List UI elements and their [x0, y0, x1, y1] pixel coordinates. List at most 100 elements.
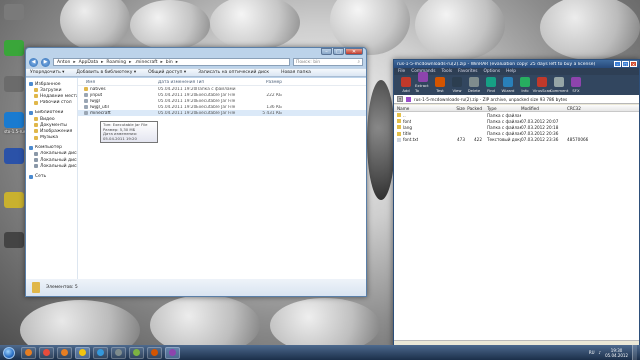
maximize-button[interactable]: □	[622, 61, 629, 67]
taskbar-button[interactable]	[147, 346, 162, 359]
close-button[interactable]: ✕	[630, 61, 637, 67]
winrar-window[interactable]: rus-1-5-mcdownloads-ru(2).zip - WinRAR (…	[393, 59, 640, 349]
minimize-button[interactable]: –	[321, 48, 332, 55]
file-size: 222 КБ	[266, 92, 282, 98]
nav-item-label: Недавние места	[40, 93, 77, 99]
drive-icon	[34, 151, 38, 156]
volume-icon[interactable]: ♪	[599, 350, 602, 355]
taskbar-button[interactable]	[111, 346, 126, 359]
maximize-button[interactable]: □	[333, 48, 344, 55]
desktop-shortcut-icon[interactable]	[4, 4, 24, 20]
breadcrumb-item[interactable]: bin	[166, 60, 173, 65]
pictures-icon	[34, 129, 38, 134]
column-size[interactable]: Размер	[242, 80, 282, 85]
breadcrumb-item[interactable]: .minecraft	[134, 60, 157, 65]
comment-icon	[554, 77, 564, 87]
desktop-shortcut-icon[interactable]	[4, 40, 24, 56]
taskbar-button[interactable]	[93, 346, 108, 359]
desktop-shortcut-icon[interactable]	[4, 148, 24, 164]
column-name[interactable]: Name	[394, 106, 450, 111]
toolbar-button-info[interactable]: Info	[517, 77, 533, 93]
clock[interactable]: 19:30 05.04.2012	[605, 348, 628, 358]
nav-item[interactable]: Сеть	[26, 173, 77, 179]
up-folder-button[interactable]: ↑	[397, 96, 403, 102]
nav-item-label: Рабочий стол	[40, 100, 72, 106]
command-bar-button[interactable]: Общий доступ ▾	[148, 70, 186, 75]
search-placeholder: Поиск: bin	[296, 59, 321, 65]
taskbar-button[interactable]	[165, 346, 180, 359]
command-bar: Упорядочить ▾ Добавить в библиотеку ▾ Общи…	[26, 68, 366, 77]
toolbar-button-delete[interactable]: Delete	[466, 77, 482, 93]
toolbar-button-find[interactable]: Find	[483, 77, 499, 93]
test-icon	[435, 77, 445, 87]
menu-item[interactable]: Tools	[442, 69, 453, 74]
folder-icon	[32, 282, 40, 293]
command-bar-button[interactable]: Записать на оптический диск	[198, 70, 269, 75]
toolbar-button-test[interactable]: Test	[432, 77, 448, 93]
language-indicator[interactable]: RU	[589, 350, 595, 355]
menu-item[interactable]: Favorites	[458, 69, 477, 74]
column-name[interactable]: Имя	[78, 80, 158, 85]
file-type: Executable Jar File	[196, 98, 236, 104]
chevron-right-icon: ▸	[129, 59, 132, 65]
system-tray: RU ♪ 19:30 05.04.2012	[589, 345, 637, 360]
toolbar-button-label: Test	[436, 88, 444, 93]
explorer-window[interactable]: – □ ✕ ◀ ▶ Anton ▸ AppData ▸ Roaming ▸ .minecra…	[25, 47, 367, 297]
taskbar-button[interactable]	[129, 346, 144, 359]
column-type[interactable]: Type	[484, 106, 521, 111]
desktop-shortcut-icon[interactable]	[4, 192, 24, 208]
desktop-shortcut-icon[interactable]	[4, 76, 24, 92]
show-desktop-button[interactable]	[632, 345, 637, 360]
close-button[interactable]: ✕	[345, 48, 363, 55]
file-type: Executable Jar File	[196, 110, 236, 116]
forward-button[interactable]: ▶	[41, 57, 50, 67]
taskbar-button[interactable]	[39, 346, 54, 359]
taskbar-button[interactable]	[21, 346, 36, 359]
explorer-titlebar[interactable]: – □ ✕	[26, 48, 366, 56]
archive-row[interactable]: font.txt 473 422 Текстовый доку...07.03.201…	[394, 137, 639, 143]
toolbar-button-label: Extract To	[415, 83, 429, 93]
library-icon	[29, 110, 33, 115]
back-button[interactable]: ◀	[29, 57, 38, 67]
address-bar[interactable]: Anton ▸ AppData ▸ Roaming ▸ .minecraft ▸ bin ▸	[53, 58, 290, 66]
toolbar-button-add[interactable]: Add	[398, 77, 414, 93]
nav-item-label: Документы	[40, 122, 67, 128]
nav-item-label: Локальный диск (E:)	[40, 163, 77, 169]
taskbar-button[interactable]	[75, 346, 90, 359]
desktop-shortcut-icon[interactable]	[4, 112, 24, 128]
wallpaper-figure	[60, 0, 130, 50]
archive-item-type: Папка с файлами	[487, 112, 521, 118]
menu-item[interactable]: Help	[506, 69, 516, 74]
taskbar-button[interactable]	[57, 346, 72, 359]
delete-icon	[469, 77, 479, 87]
toolbar-button-view[interactable]: View	[449, 77, 465, 93]
column-modified[interactable]: Modified	[521, 106, 567, 111]
toolbar-button-virusscan[interactable]: VirusScan	[533, 77, 551, 93]
column-type[interactable]: Тип	[196, 80, 242, 85]
menu-item[interactable]: Options	[484, 69, 501, 74]
menu-item[interactable]: File	[398, 69, 405, 74]
toolbar-button-wizard[interactable]: Wizard	[500, 77, 516, 93]
start-button[interactable]	[3, 346, 15, 359]
search-input[interactable]: Поиск: bin ⌕	[293, 58, 363, 66]
extract-to-icon	[418, 72, 428, 82]
command-bar-button[interactable]: Упорядочить ▾	[30, 70, 64, 75]
column-crc[interactable]: CRC32	[567, 106, 597, 111]
desktop-shortcut-icon[interactable]	[4, 232, 24, 248]
breadcrumb-item[interactable]: Roaming	[106, 60, 126, 65]
toolbar-button-sfx[interactable]: SFX	[568, 77, 584, 93]
archive-item-crc: 48570066	[567, 137, 589, 143]
toolbar-button-comment[interactable]: Comment	[550, 77, 568, 93]
winrar-titlebar[interactable]: rus-1-5-mcdownloads-ru(2).zip - WinRAR (…	[394, 60, 639, 68]
file-row[interactable]: minecraft 05.04.2011 19:20 Executable Jar …	[78, 110, 366, 116]
breadcrumb-item[interactable]: AppData	[79, 60, 99, 65]
column-size[interactable]: Size	[450, 106, 467, 111]
column-date[interactable]: Дата изменения	[158, 80, 196, 85]
command-bar-button[interactable]: Добавить в библиотеку ▾	[76, 70, 136, 75]
toolbar-button-extract-to[interactable]: Extract To	[415, 72, 431, 93]
file-name: jinput	[90, 92, 103, 98]
command-bar-button[interactable]: Новая папка	[281, 70, 311, 75]
breadcrumb-item[interactable]: Anton	[57, 60, 70, 65]
column-packed[interactable]: Packed	[467, 106, 484, 111]
minimize-button[interactable]: –	[614, 61, 621, 67]
